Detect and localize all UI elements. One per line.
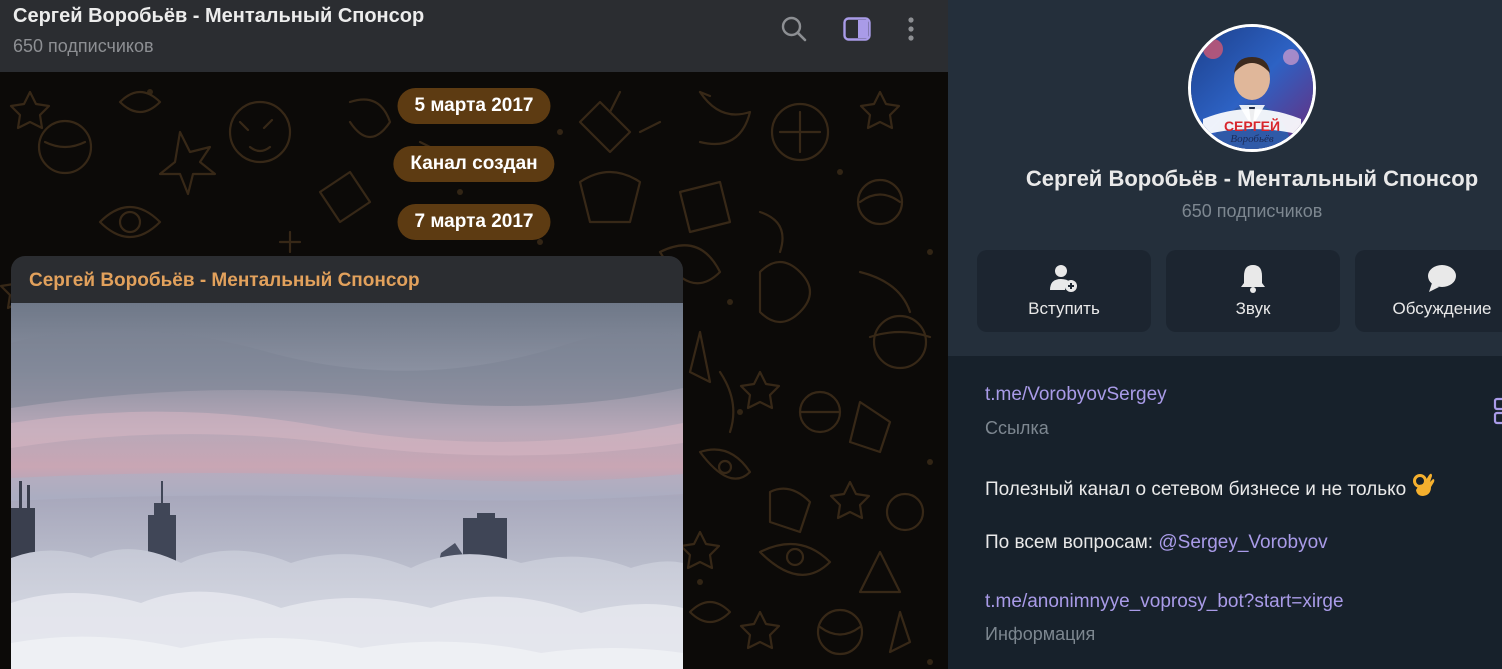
channel-avatar[interactable]: СЕРГЕЙ Воробьёв <box>1188 24 1316 152</box>
discussion-button-label: Обсуждение <box>1392 299 1492 318</box>
channel-link-caption: Ссылка <box>985 418 1049 438</box>
channel-description-text: Полезный канал о сетевом бизнесе и не то… <box>985 479 1407 500</box>
qr-code-icon[interactable] <box>1492 395 1502 427</box>
telegram-window: Сергей Воробьёв - Ментальный Спонсор 650… <box>0 0 1502 669</box>
bot-link[interactable]: t.me/anonimnyye_voprosy_bot?start=xirge <box>985 591 1344 613</box>
avatar-text-surname: Воробьёв <box>1230 133 1273 145</box>
join-button-label: Вступить <box>1028 299 1100 318</box>
join-button[interactable]: Вступить <box>977 250 1151 332</box>
date-separator: 7 марта 2017 <box>397 204 551 240</box>
search-icon[interactable] <box>779 14 809 44</box>
bell-icon <box>1166 262 1340 294</box>
post-photo[interactable] <box>11 303 683 669</box>
contact-mention[interactable]: @Sergey_Vorobyov <box>1158 532 1327 553</box>
channel-post[interactable]: Сергей Воробьёв - Ментальный Спонсор <box>11 256 683 669</box>
channel-name: Сергей Воробьёв - Ментальный Спонсор <box>1025 166 1479 191</box>
channel-link[interactable]: t.me/VorobyovSergey <box>985 384 1167 406</box>
channel-info-panel: СЕРГЕЙ Воробьёв Сергей Воробьёв - Ментал… <box>948 0 1502 669</box>
chat-bubble-icon <box>1355 262 1502 294</box>
chat-panel: Сергей Воробьёв - Ментальный Спонсор 650… <box>0 0 948 669</box>
contact-line: По всем вопросам: @Sergey_Vorobyov <box>985 532 1328 554</box>
bot-link-caption: Информация <box>985 624 1096 644</box>
add-user-icon <box>977 262 1151 294</box>
sidebar-toggle-icon[interactable] <box>842 14 872 44</box>
chat-title[interactable]: Сергей Воробьёв - Ментальный Спонсор <box>13 5 424 28</box>
service-message-channel-created: Канал создан <box>393 146 555 182</box>
channel-description: Полезный канал о сетевом бизнесе и не то… <box>985 472 1436 504</box>
contact-prefix: По всем вопросам: <box>985 532 1159 553</box>
sound-button[interactable]: Звук <box>1166 250 1340 332</box>
date-separator: 5 марта 2017 <box>397 88 551 124</box>
post-author[interactable]: Сергей Воробьёв - Ментальный Спонсор <box>29 270 420 292</box>
avatar-text-name: СЕРГЕЙ <box>1224 117 1280 134</box>
channel-profile-header: СЕРГЕЙ Воробьёв Сергей Воробьёв - Ментал… <box>948 0 1502 356</box>
subscriber-count: 650 подписчиков <box>1181 201 1323 221</box>
chat-subtitle: 650 подписчиков <box>13 36 154 56</box>
more-vertical-icon[interactable] <box>896 14 926 44</box>
ok-hand-emoji <box>1412 472 1436 504</box>
discussion-button[interactable]: Обсуждение <box>1355 250 1502 332</box>
chat-header[interactable]: Сергей Воробьёв - Ментальный Спонсор 650… <box>0 0 948 72</box>
sound-button-label: Звук <box>1235 299 1271 318</box>
